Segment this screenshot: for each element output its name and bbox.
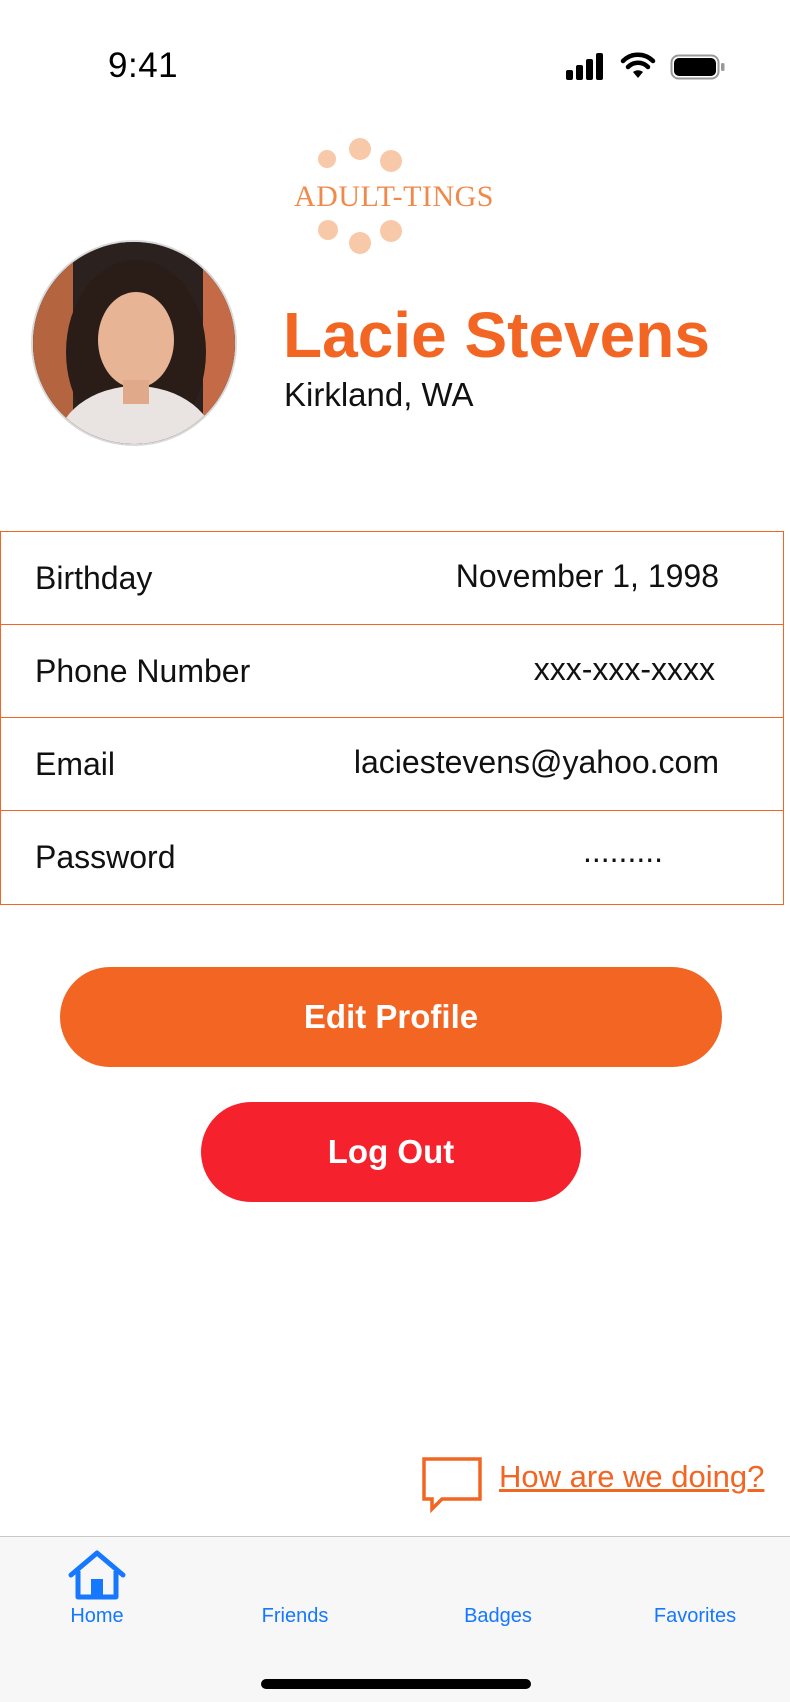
profile-name: Lacie Stevens bbox=[283, 299, 710, 371]
how-are-we-doing-link[interactable]: How are we doing? bbox=[499, 1459, 764, 1495]
logo-tool-icon bbox=[380, 150, 402, 172]
battery-icon bbox=[670, 54, 725, 80]
logo-hand-icon bbox=[318, 220, 338, 240]
info-row-birthday: Birthday November 1, 1998 bbox=[1, 532, 783, 625]
home-icon bbox=[68, 1550, 126, 1600]
phone-value: xxx-xxx-xxxx bbox=[533, 651, 715, 687]
logo-text: ADULT-TINGS bbox=[294, 180, 494, 213]
tab-badges-label: Badges bbox=[464, 1605, 532, 1627]
info-row-password: Password ......... bbox=[1, 811, 783, 904]
log-out-button[interactable]: Log Out bbox=[201, 1102, 581, 1202]
wifi-icon bbox=[620, 52, 656, 78]
tab-friends-label: Friends bbox=[261, 1605, 329, 1627]
phone-label: Phone Number bbox=[35, 653, 251, 689]
tab-bar: Home Friends Badges Favorites bbox=[0, 1536, 790, 1702]
cellular-signal-icon bbox=[566, 53, 603, 80]
info-row-email: Email laciestevens@yahoo.com bbox=[1, 718, 783, 811]
app-logo: ADULT-TINGS bbox=[288, 134, 498, 258]
chat-bubble-icon bbox=[422, 1457, 482, 1513]
profile-location: Kirkland, WA bbox=[284, 376, 474, 413]
tab-favorites[interactable]: Favorites bbox=[615, 1537, 775, 1657]
home-indicator bbox=[261, 1679, 531, 1689]
info-row-phone: Phone Number xxx-xxx-xxxx bbox=[1, 625, 783, 718]
birthday-label: Birthday bbox=[35, 560, 153, 596]
password-label: Password bbox=[35, 839, 176, 875]
logo-mail-icon bbox=[349, 232, 371, 254]
status-time: 9:41 bbox=[108, 46, 179, 85]
logo-tent-icon bbox=[349, 138, 371, 160]
birthday-value: November 1, 1998 bbox=[455, 558, 719, 594]
password-value: ......... bbox=[582, 833, 663, 869]
status-bar: 9:41 bbox=[0, 0, 790, 130]
tab-favorites-label: Favorites bbox=[653, 1605, 737, 1627]
logo-heart-icon bbox=[380, 220, 402, 242]
logo-bottle-icon bbox=[318, 150, 336, 168]
tab-friends[interactable]: Friends bbox=[215, 1537, 375, 1657]
avatar bbox=[31, 240, 237, 446]
tab-badges[interactable]: Badges bbox=[418, 1537, 578, 1657]
edit-profile-button[interactable]: Edit Profile bbox=[60, 967, 722, 1067]
tab-home-label: Home bbox=[70, 1605, 124, 1627]
email-label: Email bbox=[35, 746, 116, 782]
tab-home[interactable]: Home bbox=[17, 1537, 177, 1657]
email-value: laciestevens@yahoo.com bbox=[353, 744, 719, 780]
profile-info-table: Birthday November 1, 1998 Phone Number x… bbox=[0, 531, 784, 905]
feedback-link-area[interactable]: How are we doing? bbox=[420, 1455, 764, 1515]
